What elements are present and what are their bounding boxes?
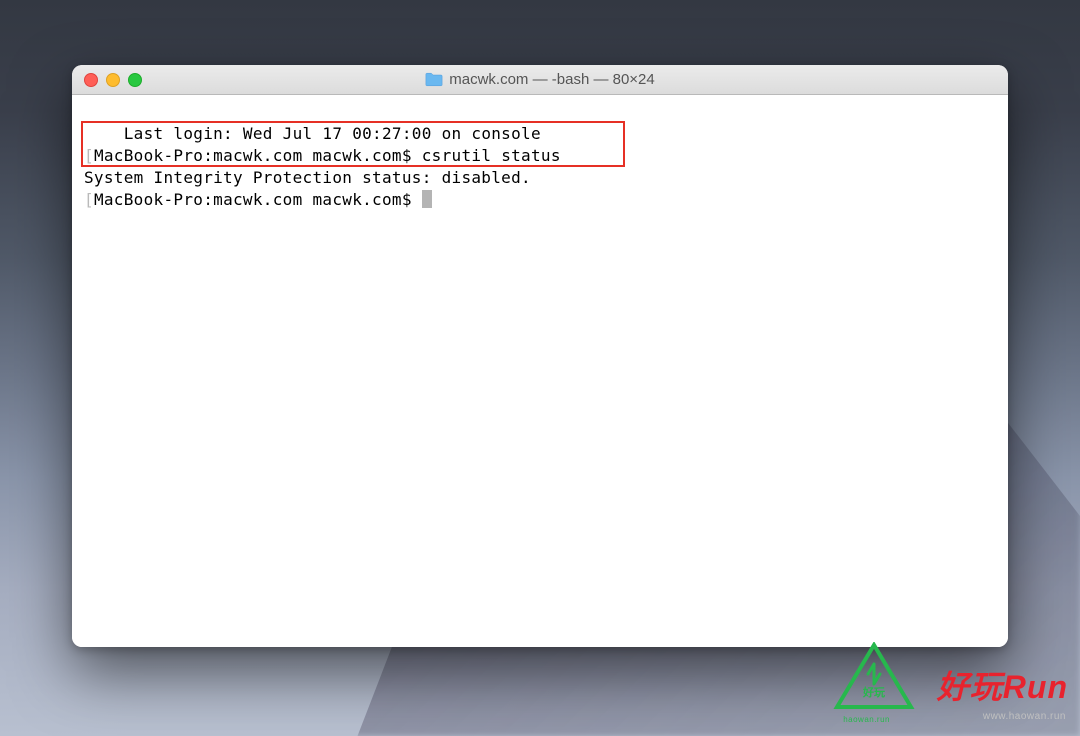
terminal-line: Last login: Wed Jul 17 00:27:00 on conso…: [124, 124, 541, 143]
terminal-command: csrutil status: [422, 146, 561, 165]
maximize-button[interactable]: [128, 73, 142, 87]
bracket: [: [84, 146, 94, 165]
watermark-haowan-label: haowan.run: [843, 715, 890, 724]
close-button[interactable]: [84, 73, 98, 87]
terminal-prompt: MacBook-Pro:macwk.com macwk.com$: [94, 190, 422, 209]
terminal-output: System Integrity Protection status: disa…: [84, 168, 531, 187]
window-title-area: macwk.com — -bash — 80×24: [72, 71, 1008, 88]
terminal-window: macwk.com — -bash — 80×24 Last login: We…: [72, 65, 1008, 647]
bracket: [: [84, 190, 94, 209]
minimize-button[interactable]: [106, 73, 120, 87]
window-titlebar[interactable]: macwk.com — -bash — 80×24: [72, 65, 1008, 95]
terminal-prompt: MacBook-Pro:macwk.com macwk.com$: [94, 146, 422, 165]
traffic-lights: [84, 73, 142, 87]
terminal-cursor: [422, 190, 432, 208]
terminal-content[interactable]: Last login: Wed Jul 17 00:27:00 on conso…: [72, 95, 1008, 647]
window-title: macwk.com — -bash — 80×24: [449, 71, 655, 88]
folder-icon: [425, 72, 443, 87]
watermark-logo-text: 好玩: [862, 685, 885, 699]
watermark-logo: 好玩: [833, 642, 915, 714]
watermark-url: www.haowan.run: [983, 711, 1066, 722]
watermark-brand-text: 好玩Run: [937, 662, 1068, 708]
